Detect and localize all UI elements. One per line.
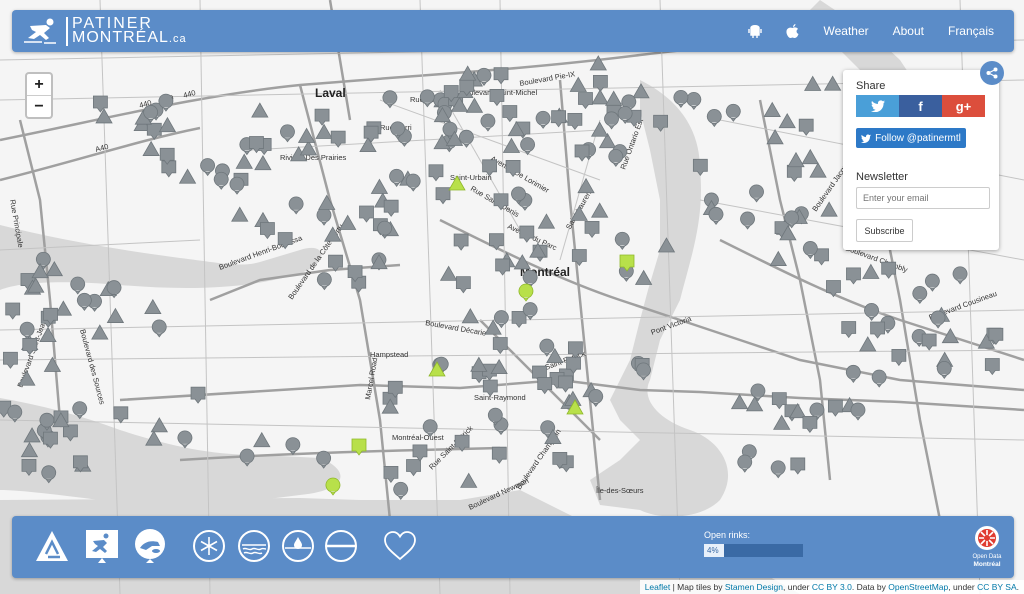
twitter-icon [861, 133, 872, 143]
top-nav: Weather About Français [724, 10, 994, 52]
share-panel: Share f g+ Follow @patinermtl Newsletter… [843, 70, 999, 250]
twitter-share-button[interactable] [856, 95, 899, 117]
attribution-text: , under [783, 582, 812, 592]
attribution-text: . [1016, 582, 1019, 592]
zoom-in-button[interactable]: + [27, 74, 51, 96]
nav-weather-link[interactable]: Weather [823, 24, 868, 38]
open-data-line1: Open Data [972, 554, 1002, 560]
nav-android-app[interactable] [748, 23, 763, 39]
street-label: Hampstead [370, 350, 408, 359]
nav-ios-app[interactable] [786, 23, 799, 39]
leaflet-link[interactable]: Leaflet [645, 582, 671, 592]
open-rinks-progress: 4% [704, 544, 803, 557]
cc-by-link[interactable]: CC BY 3.0 [812, 582, 852, 592]
attribution-text: | Map tiles by [670, 582, 725, 592]
share-title: Share [856, 80, 886, 92]
zoom-control: + − [25, 72, 53, 119]
street-label: Saint-Raymond [474, 393, 526, 402]
android-icon [748, 25, 763, 38]
open-rinks-label: Open rinks: [704, 530, 751, 540]
skating-rink-icon[interactable] [34, 528, 70, 564]
logo-title-line2: MONTRÉAL.ca [66, 29, 187, 46]
attribution-text: , under [948, 582, 978, 592]
street-label: Île-des-Sœurs [595, 486, 644, 495]
attribution-text: . Data by [851, 582, 889, 592]
heart-icon[interactable] [382, 528, 418, 564]
cc-by-sa-link[interactable]: CC BY SA [977, 582, 1017, 592]
water-icon[interactable] [236, 528, 272, 564]
osm-link[interactable]: OpenStreetMap [888, 582, 948, 592]
share-icon [986, 67, 998, 79]
skater-icon[interactable] [84, 528, 120, 564]
open-data-line2: Montréal [973, 561, 1001, 568]
newsletter-title: Newsletter [856, 171, 908, 183]
share-toggle-button[interactable] [980, 61, 1004, 85]
map-label-laval: Laval [315, 86, 346, 100]
open-rinks-progress-fill: 4% [704, 544, 724, 557]
half-circle-icon[interactable] [323, 528, 359, 564]
zoom-out-button[interactable]: − [27, 96, 51, 117]
nav-language-link[interactable]: Français [948, 24, 994, 38]
filter-bar: Open rinks: 4% Open Data Montréal [12, 516, 1014, 578]
snowflake-icon[interactable] [191, 528, 227, 564]
map-attribution: Leaflet | Map tiles by Stamen Design, un… [639, 580, 1024, 594]
stamen-link[interactable]: Stamen Design [725, 582, 783, 592]
twitter-icon [870, 100, 885, 112]
droplet-icon[interactable] [280, 528, 316, 564]
subscribe-button[interactable]: Subscribe [856, 219, 913, 242]
share-buttons: f g+ [856, 95, 985, 117]
skater-logo-icon [24, 18, 56, 44]
newsletter-email-input[interactable] [856, 187, 990, 209]
open-data-montreal-logo[interactable]: Open Data Montréal [967, 525, 1007, 568]
facebook-share-button[interactable]: f [899, 95, 942, 117]
street-label: Montréal-Ouest [392, 433, 445, 442]
follow-twitter-button[interactable]: Follow @patinermtl [856, 128, 966, 148]
patiner-montreal-logo[interactable]: PATINER MONTRÉAL.ca [22, 14, 187, 48]
google-plus-share-button[interactable]: g+ [942, 95, 985, 117]
apple-icon [786, 23, 799, 38]
top-navbar: PATINER MONTRÉAL.ca Weather About França… [12, 10, 1014, 52]
nav-about-link[interactable]: About [893, 24, 924, 38]
open-data-montreal-icon [975, 526, 999, 550]
ice-hockey-icon[interactable] [132, 528, 168, 564]
follow-label: Follow @patinermtl [875, 132, 961, 144]
